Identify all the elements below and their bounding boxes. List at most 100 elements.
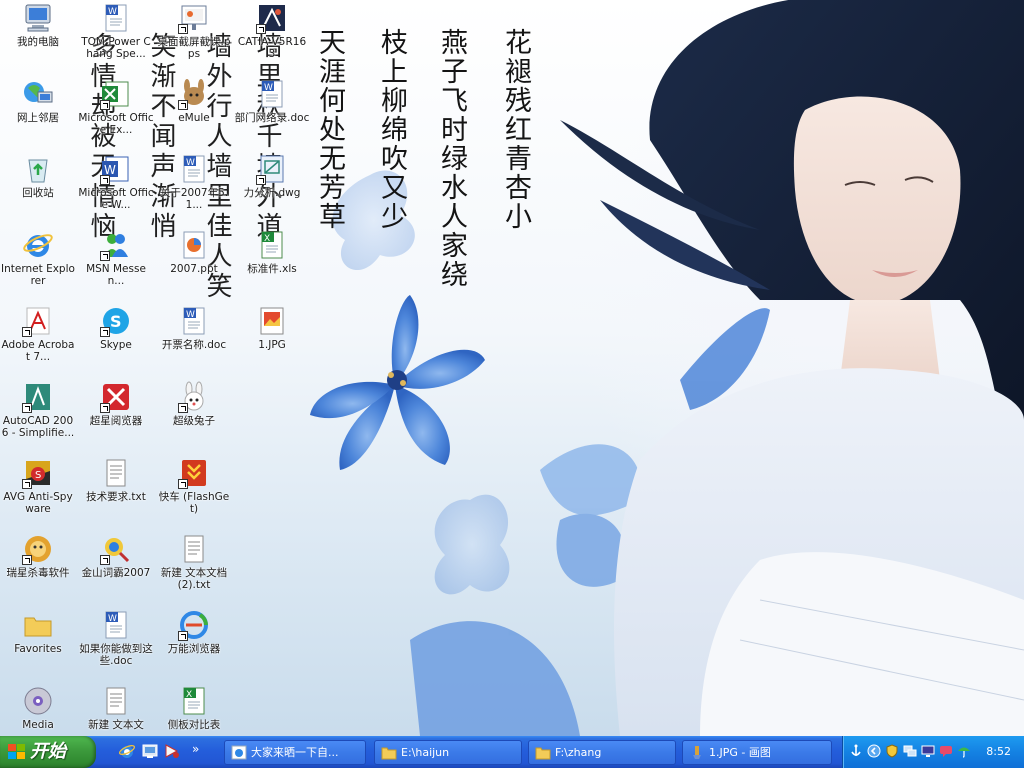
super-rabbit-icon [178, 381, 210, 413]
quick-launch-show-desktop[interactable] [141, 742, 159, 760]
quick-launch-ie[interactable] [118, 742, 136, 760]
icon-label: MSN Messen... [86, 263, 146, 287]
desktop-icon-biaozhunjian-xls[interactable]: X 标准件.xls [234, 229, 310, 275]
desktop-icon-super-rabbit[interactable]: 超级兔子 [156, 381, 232, 427]
quick-launch-media[interactable] [163, 742, 181, 760]
desktop-icon-ruguo-doc[interactable]: W 如果你能做到这些.doc [78, 609, 154, 667]
desktop-icon-media[interactable]: Media [0, 685, 76, 731]
icon-label: Favorites [14, 643, 62, 655]
poem-column-3: 燕子飞时绿水人家绕 [436, 28, 467, 289]
internet-explorer-icon [118, 745, 136, 758]
desktop-icon-1-jpg[interactable]: 1.JPG [234, 305, 310, 351]
icon-label: 如果你能做到这些.doc [79, 643, 153, 667]
icon-label: 桌面截屏截课.pps [157, 36, 231, 60]
quick-launch-more[interactable]: » [192, 742, 199, 756]
shortcut-arrow-icon [256, 24, 266, 34]
desktop-icon-tech-req[interactable]: 技术要求.txt [78, 457, 154, 503]
desktop-icon-internet-explorer[interactable]: Internet Explorer [0, 229, 76, 287]
desktop-icon-catia[interactable]: CATIA V5R16 3 [234, 2, 310, 60]
desktop-icon-autocad[interactable]: AutoCAD 2006 - Simplifie... [0, 381, 76, 439]
icon-label: 标准件.xls [247, 263, 297, 275]
icon-label: 关于2007年5.1... [159, 187, 229, 211]
shortcut-arrow-icon [100, 403, 110, 413]
desktop-icon-2007-ppt[interactable]: 2007.ppt [156, 229, 232, 275]
msn-messenger-icon [100, 229, 132, 261]
desktop-icon-new-text[interactable]: 新建 文本文 [78, 685, 154, 731]
show-desktop-icon [142, 744, 158, 758]
task-label: E:\haijun [401, 746, 450, 759]
svg-text:W: W [186, 310, 195, 320]
task-button-ie[interactable]: 大家来晒一下自... [224, 740, 366, 765]
faded-flower-low [434, 494, 510, 595]
desktop-icon-skype[interactable]: S Skype [78, 305, 154, 351]
desktop-icon-browser[interactable]: 万能浏览器 [156, 609, 232, 655]
desktop-icon-guanyu-doc[interactable]: W 关于2007年5.1... [156, 153, 232, 211]
svg-text:S: S [110, 312, 122, 331]
adobe-acrobat-icon [22, 305, 54, 337]
shortcut-arrow-icon [178, 100, 188, 110]
desktop-icon-network[interactable]: 网上邻居 [0, 78, 76, 124]
emule-icon [178, 78, 210, 110]
shortcut-arrow-icon [100, 251, 110, 261]
icon-label: 侧板对比表 [167, 719, 221, 731]
desktop-icon-excel[interactable]: Microsoft Office Ex... [78, 78, 154, 136]
icon-label: Media [22, 719, 54, 731]
desktop-icon-flashget[interactable]: 快车 (FlashGet) [156, 457, 232, 515]
desktop-icon-cebanduibi[interactable]: X 侧板对比表 [156, 685, 232, 731]
task-button-zhang[interactable]: F:\zhang [528, 740, 676, 765]
task-button-haijun[interactable]: E:\haijun [374, 740, 522, 765]
windows-logo-icon [8, 744, 26, 760]
svg-text:W: W [264, 83, 273, 93]
desktop-icon-rising[interactable]: 瑞星杀毒软件 [0, 533, 76, 579]
chat-icon[interactable] [939, 744, 953, 758]
superstar-reader-icon [100, 381, 132, 413]
folder-icon [22, 609, 54, 641]
blue-flower [310, 295, 485, 470]
icon-label: 部门网络录.doc [234, 112, 310, 124]
task-button-paint[interactable]: 1.JPG - 画图 [682, 740, 832, 765]
folder-icon [381, 745, 397, 760]
desktop-icon-new-text-2[interactable]: 新建 文本文档 (2).txt [156, 533, 232, 591]
autocad-icon [22, 381, 54, 413]
desktop-icon-lifenxi-dwg[interactable]: 力分析.dwg [234, 153, 310, 199]
desktop-icon-my-computer[interactable]: 我的电脑 [0, 2, 76, 48]
shield-icon[interactable] [885, 744, 899, 758]
desktop-icon-emule[interactable]: eMule [156, 78, 232, 124]
desktop-icon-avg[interactable]: S AVG Anti-Spyware [0, 457, 76, 515]
text-file-icon [178, 533, 210, 565]
desktop-icon-favorites[interactable]: Favorites [0, 609, 76, 655]
word-document-icon: W [178, 153, 210, 185]
word-document-icon: W [178, 305, 210, 337]
chevron-left-icon[interactable] [867, 744, 881, 758]
excel-icon [100, 78, 132, 110]
network-icon[interactable] [903, 744, 917, 758]
text-file-icon [100, 685, 132, 717]
clock[interactable]: 8:52 [986, 736, 1011, 768]
icon-label: Skype [100, 339, 132, 351]
umbrella-icon[interactable] [957, 744, 971, 758]
desktop-icon-bumen-doc[interactable]: W 部门网络录.doc [234, 78, 310, 124]
shortcut-arrow-icon [22, 555, 32, 565]
icon-label: Microsoft Office W... [78, 187, 154, 211]
paint-icon [689, 745, 705, 760]
desktop-icon-pps[interactable]: 桌面截屏截课.pps [156, 2, 232, 60]
start-button[interactable]: 开始 [0, 736, 96, 768]
desktop-icon-kaipiao-doc[interactable]: W 开票名称.doc [156, 305, 232, 351]
desktop-icon-recycle-bin[interactable]: 回收站 [0, 153, 76, 199]
icon-label: 超级兔子 [173, 415, 215, 427]
desktop-icon-adobe-acrobat[interactable]: Adobe Acrobat 7... [0, 305, 76, 363]
catia-icon [256, 2, 288, 34]
desktop-icon-msn[interactable]: MSN Messen... [78, 229, 154, 287]
start-label: 开始 [30, 741, 66, 762]
monitor-icon[interactable] [921, 744, 935, 758]
desktop-icon-word[interactable]: W Microsoft Office W... [78, 153, 154, 211]
shortcut-arrow-icon [178, 24, 188, 34]
excel-file-icon: X [178, 685, 210, 717]
desktop[interactable]: 多情却被无情恼 笑渐不闻声渐悄 墙外行人墙里佳人笑 墙里秋千墙外道 天涯何处无芳… [0, 0, 1024, 736]
word-document-icon: W [100, 609, 132, 641]
desktop-icon-kingsoft[interactable]: 金山词霸2007 [78, 533, 154, 579]
desktop-icon-superstar[interactable]: 超星阅览器 [78, 381, 154, 427]
desktop-icon-tom-power[interactable]: W TOM Power Chang Spe... [78, 2, 154, 60]
icon-label: 超星阅览器 [89, 415, 143, 427]
anchor-icon[interactable] [849, 744, 863, 758]
